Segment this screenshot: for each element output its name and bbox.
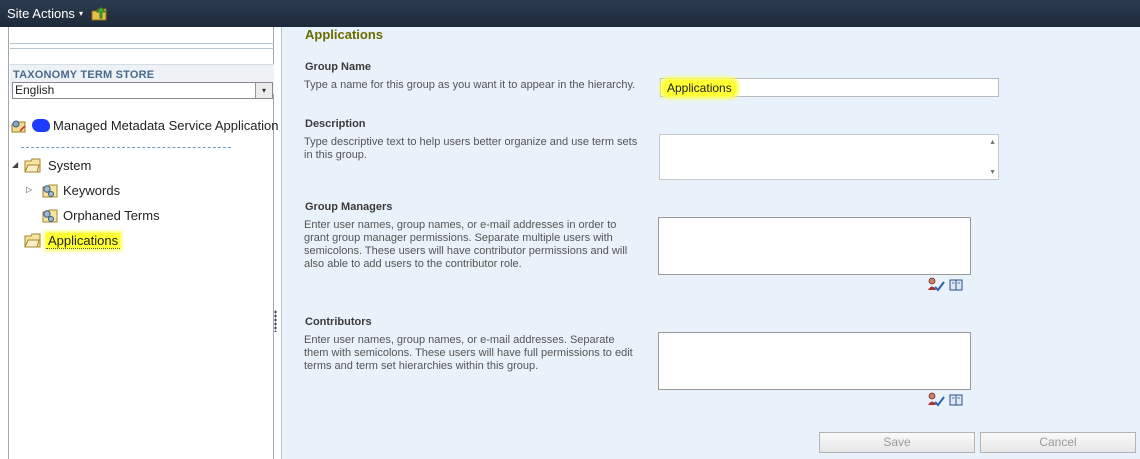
contributors-description: Enter user names, group names, or e-mail… (304, 334, 633, 372)
divider (10, 48, 274, 49)
scroll-down-icon[interactable]: ▼ (989, 169, 996, 176)
group-managers-picker-tools (927, 277, 967, 293)
tree-item-label: Keywords (63, 183, 121, 198)
browse-address-book-icon[interactable] (949, 279, 963, 291)
search-field[interactable] (10, 27, 274, 44)
site-actions-label: Site Actions (7, 6, 75, 21)
term-set-icon (42, 184, 58, 198)
site-actions-menu[interactable]: Site Actions ▾ (7, 6, 83, 21)
group-managers-description: Enter user names, group names, or e-mail… (304, 219, 628, 270)
navigate-up-icon[interactable] (91, 6, 108, 21)
panel-splitter-handle[interactable] (274, 310, 277, 332)
scroll-up-icon[interactable]: ▲ (989, 139, 996, 146)
group-name-heading: Group Name (305, 61, 372, 73)
group-properties-panel: Applications Group Name Type a name for … (281, 27, 1140, 459)
term-set-icon (42, 209, 58, 223)
taxonomy-navigation-panel: TAXONOMY TERM STORE English ▾ Managed Me… (8, 27, 278, 459)
language-select-value: English (15, 83, 55, 97)
page-title: Applications (305, 27, 384, 42)
redaction-mark (32, 119, 50, 132)
contributors-picker-tools (927, 392, 967, 408)
metadata-service-icon (11, 120, 26, 133)
group-managers-heading: Group Managers (305, 201, 393, 213)
group-folder-icon (24, 233, 41, 248)
description-heading: Description (305, 118, 366, 130)
check-names-icon[interactable] (927, 392, 945, 408)
tree-item-label: Applications (46, 233, 121, 249)
group-name-description: Type a name for this group as you want i… (304, 79, 636, 91)
browse-address-book-icon[interactable] (949, 394, 963, 406)
expand-icon[interactable]: ▷ (26, 185, 32, 194)
description-help: Type descriptive text to help users bett… (304, 136, 638, 161)
service-application-label: Managed Metadata Service Application (53, 118, 279, 133)
contributors-heading: Contributors (305, 316, 372, 328)
contributors-people-picker[interactable] (658, 332, 971, 390)
top-ribbon: Site Actions ▾ (0, 0, 1140, 27)
chevron-down-icon: ▾ (78, 9, 83, 18)
dashed-divider (21, 147, 231, 148)
taxonomy-term-store-label: TAXONOMY TERM STORE (13, 69, 155, 81)
collapse-icon[interactable]: ◢ (12, 160, 18, 169)
check-names-icon[interactable] (927, 277, 945, 293)
language-select[interactable]: English ▾ (12, 82, 273, 99)
cancel-button[interactable]: Cancel (980, 432, 1136, 453)
tree-item-label: System (48, 158, 92, 173)
group-name-input[interactable]: Applications (660, 78, 999, 97)
save-button[interactable]: Save (819, 432, 975, 453)
group-folder-icon (24, 158, 41, 173)
chevron-down-icon[interactable]: ▾ (255, 83, 272, 98)
tree-item-label: Orphaned Terms (63, 208, 160, 223)
group-name-value: Applications (663, 80, 736, 96)
description-textarea[interactable]: ▲ ▼ (659, 134, 999, 180)
group-managers-people-picker[interactable] (658, 217, 971, 275)
